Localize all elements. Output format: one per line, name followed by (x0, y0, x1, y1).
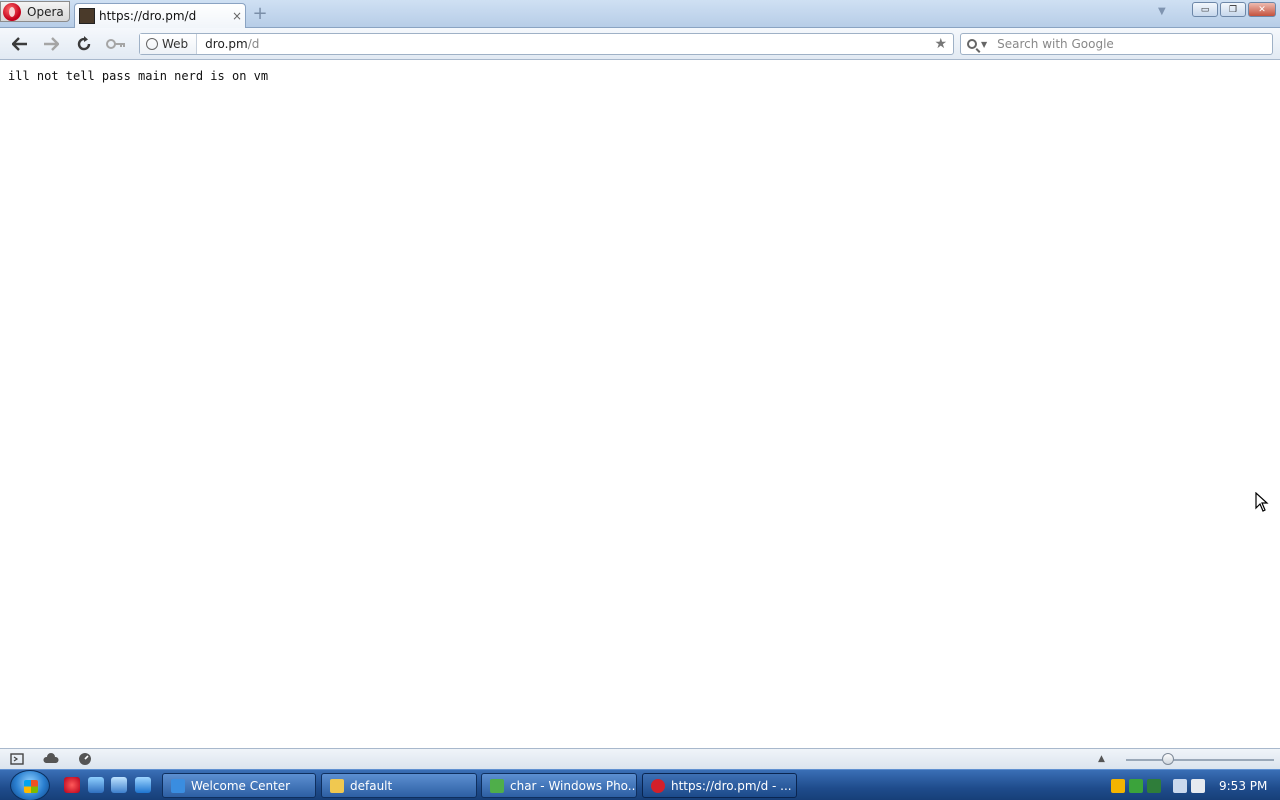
network-icon[interactable] (1173, 778, 1187, 793)
close-button[interactable]: ✕ (1248, 2, 1276, 17)
quicklaunch-show-desktop-icon[interactable] (88, 777, 104, 793)
zoom-slider-track[interactable] (1126, 759, 1274, 761)
folder-icon (330, 778, 344, 793)
tab-bar: Opera https://dro.pm/d × + ▼ ▭ ❐ ✕ (0, 0, 1280, 28)
minimize-button[interactable]: ▭ (1192, 2, 1218, 17)
zoom-menu-arrow-icon[interactable]: ▲ (1098, 754, 1105, 764)
url-path: /d (247, 37, 260, 51)
taskbar-item-label: char - Windows Pho... (510, 778, 637, 793)
quicklaunch-opera-icon[interactable] (64, 777, 80, 793)
opera-menu-label: Opera (27, 4, 64, 19)
search-field[interactable]: ▼ Search with Google (960, 33, 1273, 55)
bookmark-star-icon[interactable]: ★ (934, 36, 947, 52)
tab-list-chevron-icon[interactable]: ▼ (1158, 6, 1166, 17)
navigation-toolbar: Web dro.pm/d ★ ▼ Search with Google (0, 28, 1280, 60)
web-badge-label: Web (162, 37, 189, 51)
new-tab-button[interactable]: + (251, 5, 269, 23)
tab-active[interactable]: https://dro.pm/d × (74, 3, 246, 28)
taskbar-item-default[interactable]: default (321, 773, 477, 798)
tab-favicon-icon (79, 8, 95, 24)
url-host: dro.pm (205, 37, 248, 51)
opera-icon (651, 778, 665, 793)
back-arrow-icon[interactable] (9, 34, 31, 54)
page-content: ill not tell pass main nerd is on vm (0, 61, 1280, 748)
address-field[interactable]: Web dro.pm/d ★ (139, 33, 954, 55)
panel-toggle-icon[interactable] (9, 752, 25, 766)
restore-button[interactable]: ❐ (1220, 2, 1246, 17)
status-bar: ▲ (0, 748, 1280, 769)
search-engine-dropdown-icon[interactable]: ▼ (981, 40, 987, 49)
taskbar-item-label: default (350, 778, 393, 793)
search-placeholder: Search with Google (997, 37, 1114, 51)
opera-menu-button[interactable]: Opera (0, 1, 70, 22)
opera-logo-icon (3, 2, 21, 21)
key-icon[interactable] (105, 34, 127, 54)
taskbar-item-opera[interactable]: https://dro.pm/d - ... (642, 773, 797, 798)
quicklaunch-switch-windows-icon[interactable] (111, 777, 127, 793)
taskbar-item-welcome-center[interactable]: Welcome Center (162, 773, 316, 798)
taskbar-item-label: https://dro.pm/d - ... (671, 778, 792, 793)
tab-title: https://dro.pm/d (99, 9, 197, 23)
web-badge[interactable]: Web (140, 34, 198, 54)
page-text: ill not tell pass main nerd is on vm (8, 69, 269, 83)
taskbar-item-photo-viewer[interactable]: char - Windows Pho... (481, 773, 637, 798)
shield-icon[interactable] (1111, 778, 1125, 793)
search-icon (967, 39, 977, 49)
welcome-center-icon (171, 778, 185, 793)
zoom-slider-thumb[interactable] (1162, 753, 1174, 765)
start-button[interactable] (10, 770, 50, 800)
unite-cloud-icon[interactable] (43, 752, 59, 766)
system-tray: 9:53 PM (1105, 770, 1280, 800)
security-check-icon[interactable] (1129, 778, 1143, 793)
window-controls: ▭ ❐ ✕ (1192, 2, 1276, 17)
clock[interactable]: 9:53 PM (1219, 779, 1267, 793)
turbo-speedometer-icon[interactable] (77, 752, 93, 766)
quicklaunch-internet-explorer-icon[interactable] (135, 777, 151, 793)
update-icon[interactable] (1147, 778, 1161, 793)
taskbar-item-label: Welcome Center (191, 778, 291, 793)
forward-arrow-icon[interactable] (40, 34, 62, 54)
tab-close-icon[interactable]: × (229, 9, 245, 23)
globe-icon (146, 38, 158, 50)
reload-icon[interactable] (73, 34, 95, 54)
volume-muted-icon[interactable] (1191, 778, 1205, 793)
windows-taskbar: Welcome Center default char - Windows Ph… (0, 769, 1280, 800)
photo-viewer-icon (490, 778, 504, 793)
